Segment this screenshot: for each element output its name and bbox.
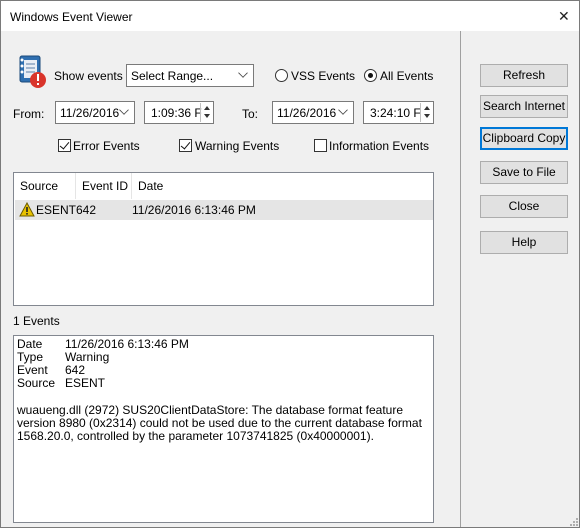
- close-button[interactable]: Close: [480, 195, 568, 218]
- table-row[interactable]: ESENT 642 11/26/2016 6:13:46 PM: [15, 200, 433, 220]
- error-events-checkbox[interactable]: [58, 139, 71, 152]
- event-viewer-window: Windows Event Viewer ✕ Show events Selec…: [0, 0, 580, 528]
- spin-down-icon[interactable]: [204, 114, 210, 118]
- vss-events-radio[interactable]: [275, 69, 288, 82]
- search-internet-button[interactable]: Search Internet: [480, 95, 568, 118]
- refresh-button[interactable]: Refresh: [480, 64, 568, 87]
- chevron-down-icon: [119, 105, 129, 115]
- to-date-picker[interactable]: 11/26/2016: [272, 101, 354, 124]
- all-events-label: All Events: [380, 69, 434, 83]
- vss-events-label: VSS Events: [291, 69, 356, 83]
- chevron-down-icon: [238, 68, 248, 78]
- to-date-value: 11/26/2016: [277, 106, 337, 120]
- information-events-checkbox[interactable]: [314, 139, 327, 152]
- title-bar: Windows Event Viewer ✕: [1, 1, 579, 31]
- to-time-spinner[interactable]: 3:24:10 F: [363, 101, 434, 124]
- column-header-source[interactable]: Source: [14, 173, 76, 199]
- spin-down-icon[interactable]: [424, 114, 430, 118]
- close-window-icon[interactable]: ✕: [558, 8, 570, 25]
- window-title: Windows Event Viewer: [10, 10, 133, 24]
- from-time-value: 1:09:36 F: [151, 106, 202, 120]
- row-date: 11/26/2016 6:13:46 PM: [132, 203, 256, 217]
- all-events-radio[interactable]: [364, 69, 377, 82]
- save-to-file-button[interactable]: Save to File: [480, 161, 568, 184]
- help-button[interactable]: Help: [480, 231, 568, 254]
- show-events-label: Show events: [54, 69, 123, 83]
- from-date-picker[interactable]: 11/26/2016: [55, 101, 135, 124]
- column-header-event-id[interactable]: Event ID: [76, 173, 132, 199]
- spin-up-icon[interactable]: [424, 106, 430, 110]
- row-event-id: 642: [76, 203, 97, 217]
- event-detail-text[interactable]: Date 11/26/2016 6:13:46 PM Type Warning Ev…: [13, 335, 434, 523]
- warning-icon: [19, 202, 35, 217]
- clipboard-copy-button[interactable]: Clipboard Copy: [480, 127, 568, 150]
- spin-buttons[interactable]: [420, 103, 432, 122]
- event-count: 1 Events: [13, 314, 60, 328]
- from-label: From:: [13, 107, 45, 121]
- to-label: To:: [242, 107, 259, 121]
- error-events-label: Error Events: [73, 139, 140, 153]
- spin-buttons[interactable]: [200, 103, 212, 122]
- from-date-value: 11/26/2016: [60, 106, 120, 120]
- chevron-down-icon: [338, 105, 348, 115]
- detail-message: wuaueng.dll (2972) SUS20ClientDataStore:…: [17, 403, 422, 443]
- column-header-date[interactable]: Date: [132, 173, 272, 199]
- range-select[interactable]: Select Range...: [126, 64, 254, 87]
- row-source: ESENT: [36, 203, 77, 217]
- information-events-label: Information Events: [329, 139, 430, 153]
- warning-events-checkbox[interactable]: [179, 139, 192, 152]
- event-log-icon: [19, 55, 46, 88]
- from-time-spinner[interactable]: 1:09:36 F: [144, 101, 214, 124]
- range-select-value: Select Range...: [131, 69, 214, 83]
- spin-up-icon[interactable]: [204, 106, 210, 110]
- detail-source-line: Source ESENT: [17, 376, 106, 390]
- to-time-value: 3:24:10 F: [370, 106, 421, 120]
- resize-grip-icon[interactable]: [568, 515, 579, 527]
- warning-events-label: Warning Events: [195, 139, 280, 153]
- events-table[interactable]: Source Event ID Date ESENT 642 11/26/201…: [13, 172, 434, 306]
